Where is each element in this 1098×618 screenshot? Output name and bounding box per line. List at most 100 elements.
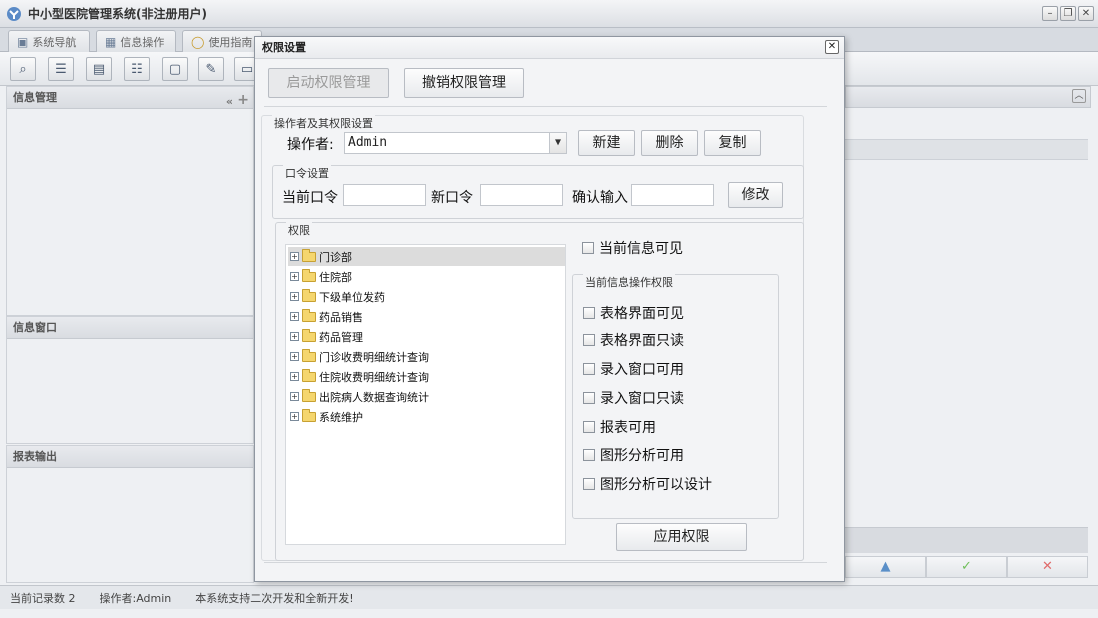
delete-operator-button[interactable]: 删除 — [641, 130, 698, 156]
info-visible-checkbox[interactable]: 当前信息可见 — [582, 238, 683, 258]
apply-permission-button[interactable]: 应用权限 — [616, 523, 747, 551]
tree-node-label: 门诊部 — [319, 250, 352, 264]
tree-node-label: 门诊收费明细统计查询 — [319, 350, 429, 364]
checkbox-label: 表格界面只读 — [600, 333, 684, 349]
operator-label: 操作者: — [287, 137, 334, 153]
tree-node-label: 系统维护 — [319, 410, 363, 424]
ops-checkbox-entry-available[interactable]: 录入窗口可用 — [583, 359, 684, 379]
checkbox-label: 图形分析可以设计 — [600, 477, 712, 493]
permission-tree[interactable]: + 门诊部 + 住院部 + 下级单位发药 + 药品销售 + 药品管理 + 门诊收… — [285, 244, 566, 545]
expand-plus-icon[interactable]: + — [290, 372, 299, 381]
revoke-permission-button[interactable]: 撤销权限管理 — [404, 68, 524, 98]
expand-plus-icon[interactable]: + — [290, 352, 299, 361]
folder-icon — [302, 388, 316, 402]
expand-plus-icon[interactable]: + — [290, 292, 299, 301]
checkbox-icon[interactable] — [583, 307, 595, 319]
close-window-icon[interactable]: ✕ — [1078, 6, 1094, 21]
tree-node[interactable]: + 门诊部 — [288, 247, 565, 266]
folder-icon — [302, 368, 316, 382]
ops-checkbox-table-readonly[interactable]: 表格界面只读 — [583, 330, 684, 350]
tab-label: 使用指南 — [208, 35, 253, 49]
expand-plus-icon[interactable]: + — [290, 412, 299, 421]
document-icon[interactable]: ▤ — [86, 57, 112, 81]
ops-checkbox-graph-design[interactable]: 图形分析可以设计 — [583, 474, 712, 494]
tab-system-nav[interactable]: ▣ 系统导航 — [8, 30, 90, 52]
tree-node-label: 药品管理 — [319, 330, 363, 344]
dialog-title: 权限设置 — [255, 37, 844, 59]
confirm-password-input[interactable] — [631, 184, 714, 206]
edit-doc-icon[interactable]: ✎ — [198, 57, 224, 81]
search-icon[interactable]: ⌕ — [10, 57, 36, 81]
checkbox-icon[interactable] — [582, 242, 594, 254]
folder-icon — [302, 408, 316, 422]
list-view-icon[interactable]: ☰ — [48, 57, 74, 81]
new-operator-button[interactable]: 新建 — [578, 130, 635, 156]
info-window-panel: 信息窗口 — [6, 316, 254, 444]
start-permission-button[interactable]: 启动权限管理 — [268, 68, 389, 98]
operator-select[interactable]: Admin ▼ — [344, 132, 567, 154]
checkbox-icon[interactable] — [583, 392, 595, 404]
check-icon[interactable]: ✓ — [926, 556, 1007, 578]
modify-password-button[interactable]: 修改 — [728, 182, 783, 208]
new-password-input[interactable] — [480, 184, 563, 206]
checkbox-icon[interactable] — [583, 334, 595, 346]
current-password-label: 当前口令 — [282, 190, 338, 206]
collapse-left-icon[interactable]: « — [226, 91, 233, 113]
folder-icon — [302, 328, 316, 342]
copy-operator-button[interactable]: 复制 — [704, 130, 761, 156]
tree-node[interactable]: + 门诊收费明细统计查询 — [288, 347, 565, 366]
current-password-input[interactable] — [343, 184, 426, 206]
tree-node-label: 住院收费明细统计查询 — [319, 370, 429, 384]
checkbox-icon[interactable] — [583, 449, 595, 461]
close-icon[interactable]: ✕ — [825, 40, 839, 54]
app-titlebar: 中小型医院管理系统(非注册用户) – ❐ ✕ — [0, 0, 1098, 28]
status-bar: 当前记录数 2 操作者:Admin 本系统支持二次开发和全新开发! — [0, 585, 1098, 609]
cancel-x-icon[interactable]: ✕ — [1007, 556, 1088, 578]
new-password-label: 新口令 — [431, 190, 473, 206]
ops-checkbox-report-available[interactable]: 报表可用 — [583, 417, 656, 437]
window-controls: – ❐ ✕ — [1042, 6, 1094, 21]
app-title: 中小型医院管理系统(非注册用户) — [28, 7, 207, 21]
expand-plus-icon[interactable]: + — [290, 332, 299, 341]
group-label: 口令设置 — [283, 165, 331, 181]
tree-node[interactable]: + 系统维护 — [288, 407, 565, 426]
expand-plus-icon[interactable]: + — [290, 272, 299, 281]
tree-node[interactable]: + 出院病人数据查询统计 — [288, 387, 565, 406]
expand-plus-icon[interactable]: + — [290, 252, 299, 261]
tree-node[interactable]: + 住院收费明细统计查询 — [288, 367, 565, 386]
help-icon: ◯ — [191, 34, 205, 49]
triangle-up-icon[interactable]: ▲ — [845, 556, 926, 578]
tree-node[interactable]: + 下级单位发药 — [288, 287, 565, 306]
group-label: 操作者及其权限设置 — [272, 115, 375, 131]
record-nav-buttons: ▲ ✓ ✕ — [845, 556, 1088, 580]
tree-node-label: 下级单位发药 — [319, 290, 385, 304]
tree-node-label: 出院病人数据查询统计 — [319, 390, 429, 404]
tab-info-ops[interactable]: ▦ 信息操作 — [96, 30, 176, 52]
tree-node-label: 药品销售 — [319, 310, 363, 324]
ops-checkbox-graph-available[interactable]: 图形分析可用 — [583, 445, 684, 465]
tab-user-guide[interactable]: ◯ 使用指南 — [182, 30, 262, 52]
add-icon[interactable]: + — [237, 89, 249, 111]
divider — [264, 562, 827, 563]
checkbox-icon[interactable] — [583, 478, 595, 490]
collapse-up-icon[interactable]: ︿ — [1072, 89, 1086, 103]
chevron-down-icon[interactable]: ▼ — [549, 133, 566, 153]
tree-node[interactable]: + 住院部 — [288, 267, 565, 286]
group-label: 当前信息操作权限 — [583, 274, 675, 290]
checkbox-icon[interactable] — [583, 363, 595, 375]
ops-checkbox-entry-readonly[interactable]: 录入窗口只读 — [583, 388, 684, 408]
minimize-icon[interactable]: – — [1042, 6, 1058, 21]
window-search-icon[interactable]: ▢ — [162, 57, 188, 81]
expand-plus-icon[interactable]: + — [290, 312, 299, 321]
restore-icon[interactable]: ❐ — [1060, 6, 1076, 21]
ops-checkbox-table-visible[interactable]: 表格界面可见 — [583, 303, 684, 323]
expand-plus-icon[interactable]: + — [290, 392, 299, 401]
user-list-icon[interactable]: ☷ — [124, 57, 150, 81]
panel-header: 信息管理 « + — [7, 87, 253, 109]
monitor-icon: ▣ — [17, 34, 29, 49]
checkbox-label: 录入窗口只读 — [600, 391, 684, 407]
tree-node[interactable]: + 药品管理 — [288, 327, 565, 346]
checkbox-label: 报表可用 — [600, 420, 656, 436]
checkbox-icon[interactable] — [583, 421, 595, 433]
tree-node[interactable]: + 药品销售 — [288, 307, 565, 326]
